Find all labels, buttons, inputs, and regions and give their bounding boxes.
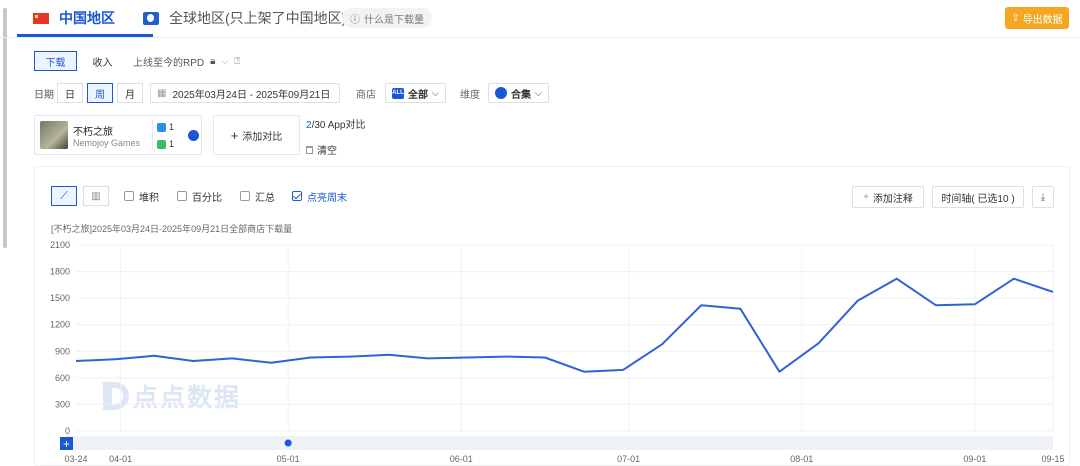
data-point [974,303,976,305]
x-tick-label: 06-01 [450,454,473,464]
x-tick-label: 04-01 [109,454,132,464]
data-point [935,304,937,306]
y-tick-label: 300 [55,399,70,409]
x-tick-label: 03-24 [64,454,87,464]
data-point [544,356,546,358]
data-point [817,342,819,344]
data-point [309,356,311,358]
download-line-chart: 0 300 600 900 1200 1500 1800 2100 03-24 04-01 05-0… [50,240,1065,464]
y-tick-label: 900 [55,346,70,356]
data-point [114,358,116,360]
data-point [387,354,389,356]
data-point [505,355,507,357]
timeline-track [66,436,1053,450]
x-tick-label: 07-01 [617,454,640,464]
y-tick-label: 600 [55,373,70,383]
data-point [583,370,585,372]
data-point [895,277,897,279]
data-point [153,355,155,357]
y-tick-label: 1200 [50,320,70,330]
data-point [270,362,272,364]
data-point [348,355,350,357]
data-point [856,300,858,302]
y-tick-label: 2100 [50,240,70,250]
data-point [1052,291,1054,293]
data-point [739,308,741,310]
data-point [192,360,194,362]
timeline-marker [284,439,292,447]
y-tick-label: 1800 [50,267,70,277]
data-point [1013,277,1015,279]
data-point [466,356,468,358]
data-point [622,369,624,371]
data-point [75,360,77,362]
x-tick-label: 09-01 [963,454,986,464]
data-point [661,343,663,345]
y-tick-label: 0 [65,426,70,436]
y-tick-label: 1500 [50,293,70,303]
timeline-add-button[interactable]: + [60,437,73,450]
x-tick-label: 08-01 [790,454,813,464]
data-point [427,357,429,359]
x-tick-label: 05-01 [277,454,300,464]
data-point [778,370,780,372]
x-tick-label: 09-15 [1041,454,1064,464]
data-point [700,304,702,306]
data-point [231,357,233,359]
